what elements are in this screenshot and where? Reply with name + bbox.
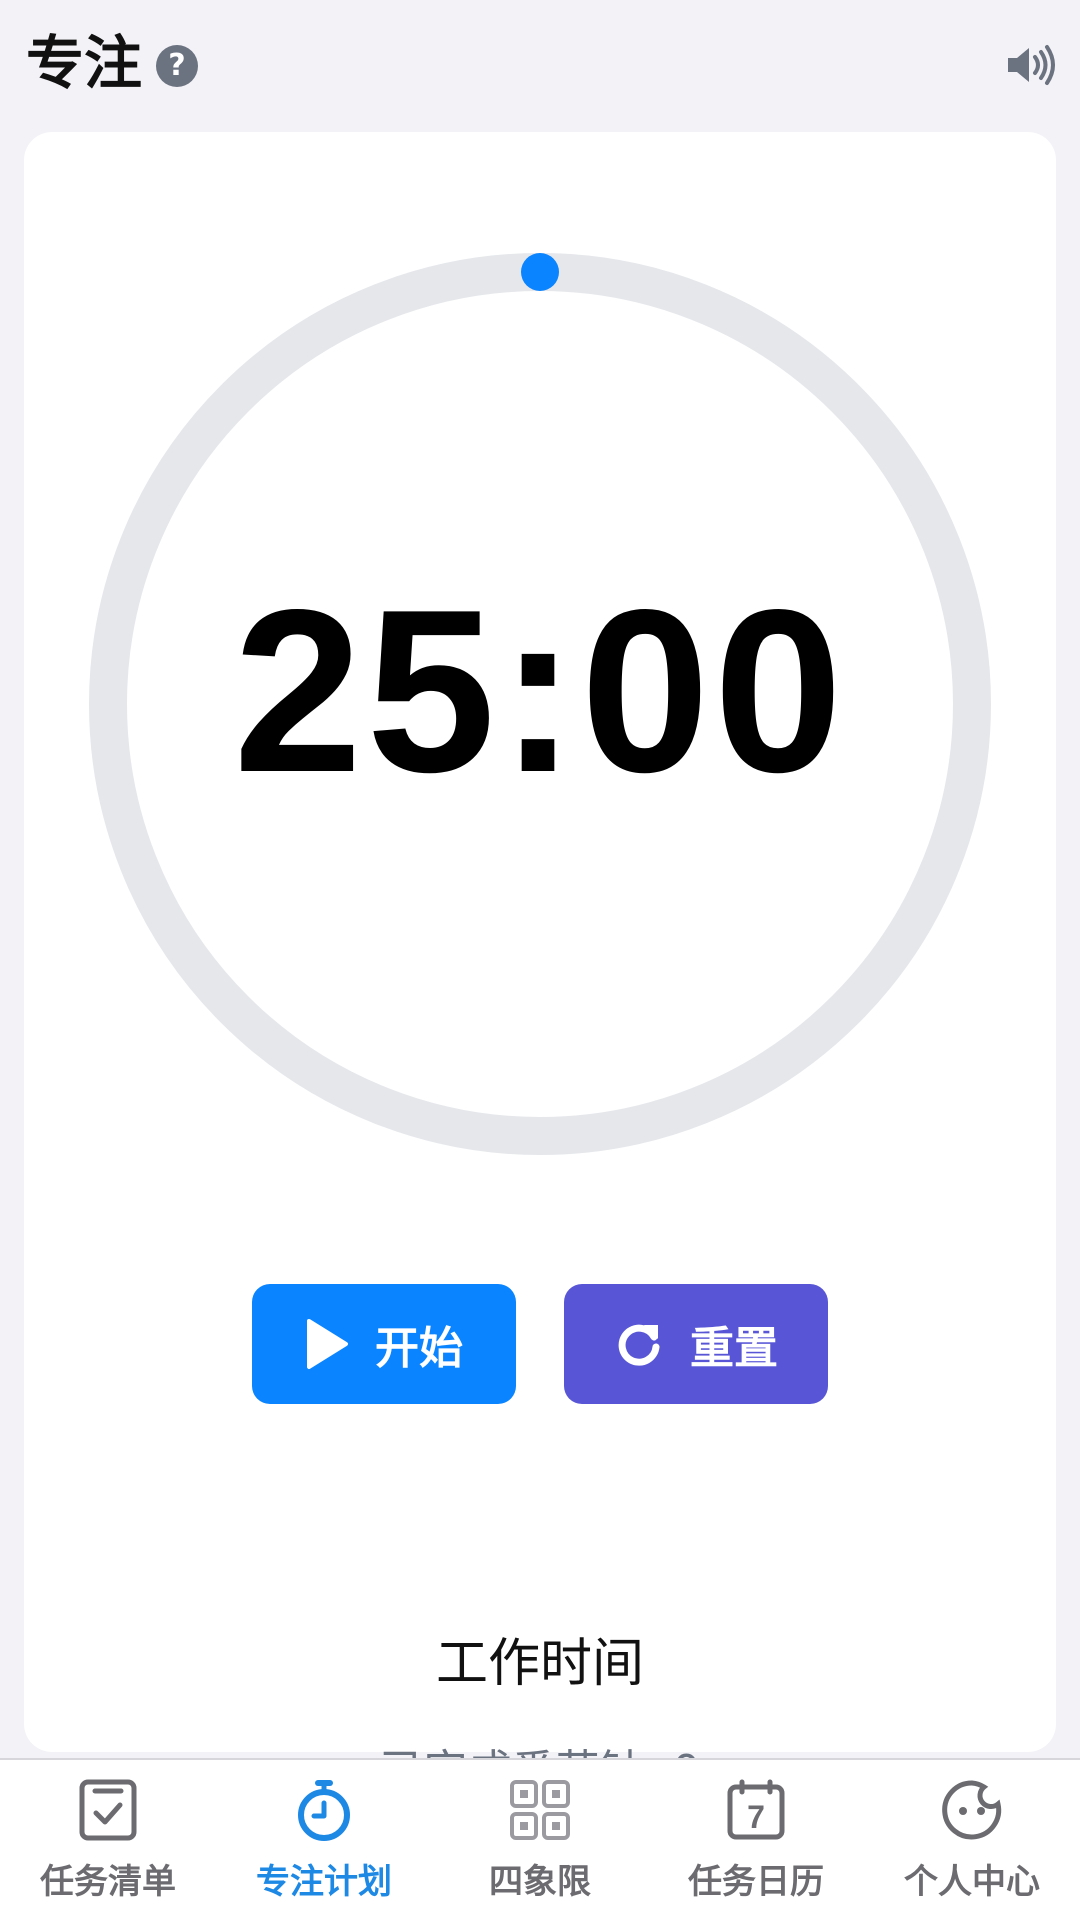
start-button[interactable]: 开始	[252, 1284, 516, 1404]
checklist-icon	[79, 1779, 137, 1841]
progress-knob	[521, 253, 559, 291]
question-circle-icon[interactable]: ?	[156, 45, 198, 87]
play-icon	[307, 1319, 348, 1369]
focus-screen: 专注 ? 25:00 开始 重置 工作时间 已完	[0, 0, 1080, 1920]
tab-label: 任务清单	[40, 1862, 176, 1902]
reset-button[interactable]: 重置	[564, 1284, 828, 1404]
timer-card: 25:00 开始 重置 工作时间 已完成番茄钟: 0	[24, 132, 1056, 1797]
stopwatch-icon	[298, 1780, 350, 1841]
tab-label: 任务日历	[688, 1862, 824, 1902]
tab-quadrants[interactable]: 四象限	[432, 1760, 648, 1920]
calendar-icon: 7	[727, 1779, 785, 1840]
svg-text:7: 7	[747, 1799, 765, 1835]
quadrant-grid-icon	[510, 1780, 570, 1840]
tab-task-calendar[interactable]: 7 任务日历	[648, 1760, 864, 1920]
timer-display: 25:00	[233, 562, 847, 821]
tab-task-list[interactable]: 任务清单	[0, 1760, 216, 1920]
refresh-icon	[618, 1324, 660, 1366]
tab-label: 四象限	[489, 1862, 591, 1902]
header: 专注 ?	[0, 0, 1080, 130]
reset-button-label: 重置	[690, 1323, 778, 1374]
tab-bar: 任务清单 专注计划 四象限 7 任务日历 个人中心	[0, 1758, 1080, 1920]
tab-focus-plan[interactable]: 专注计划	[216, 1760, 432, 1920]
profile-face-icon	[942, 1780, 1002, 1840]
mode-label: 工作时间	[435, 1634, 644, 1694]
start-button-label: 开始	[375, 1323, 463, 1374]
speaker-volume-icon[interactable]	[1004, 42, 1056, 88]
page-title: 专注	[26, 29, 143, 97]
tab-profile[interactable]: 个人中心	[864, 1760, 1080, 1920]
tab-label: 个人中心	[904, 1862, 1040, 1902]
tab-label: 专注计划	[256, 1862, 392, 1902]
